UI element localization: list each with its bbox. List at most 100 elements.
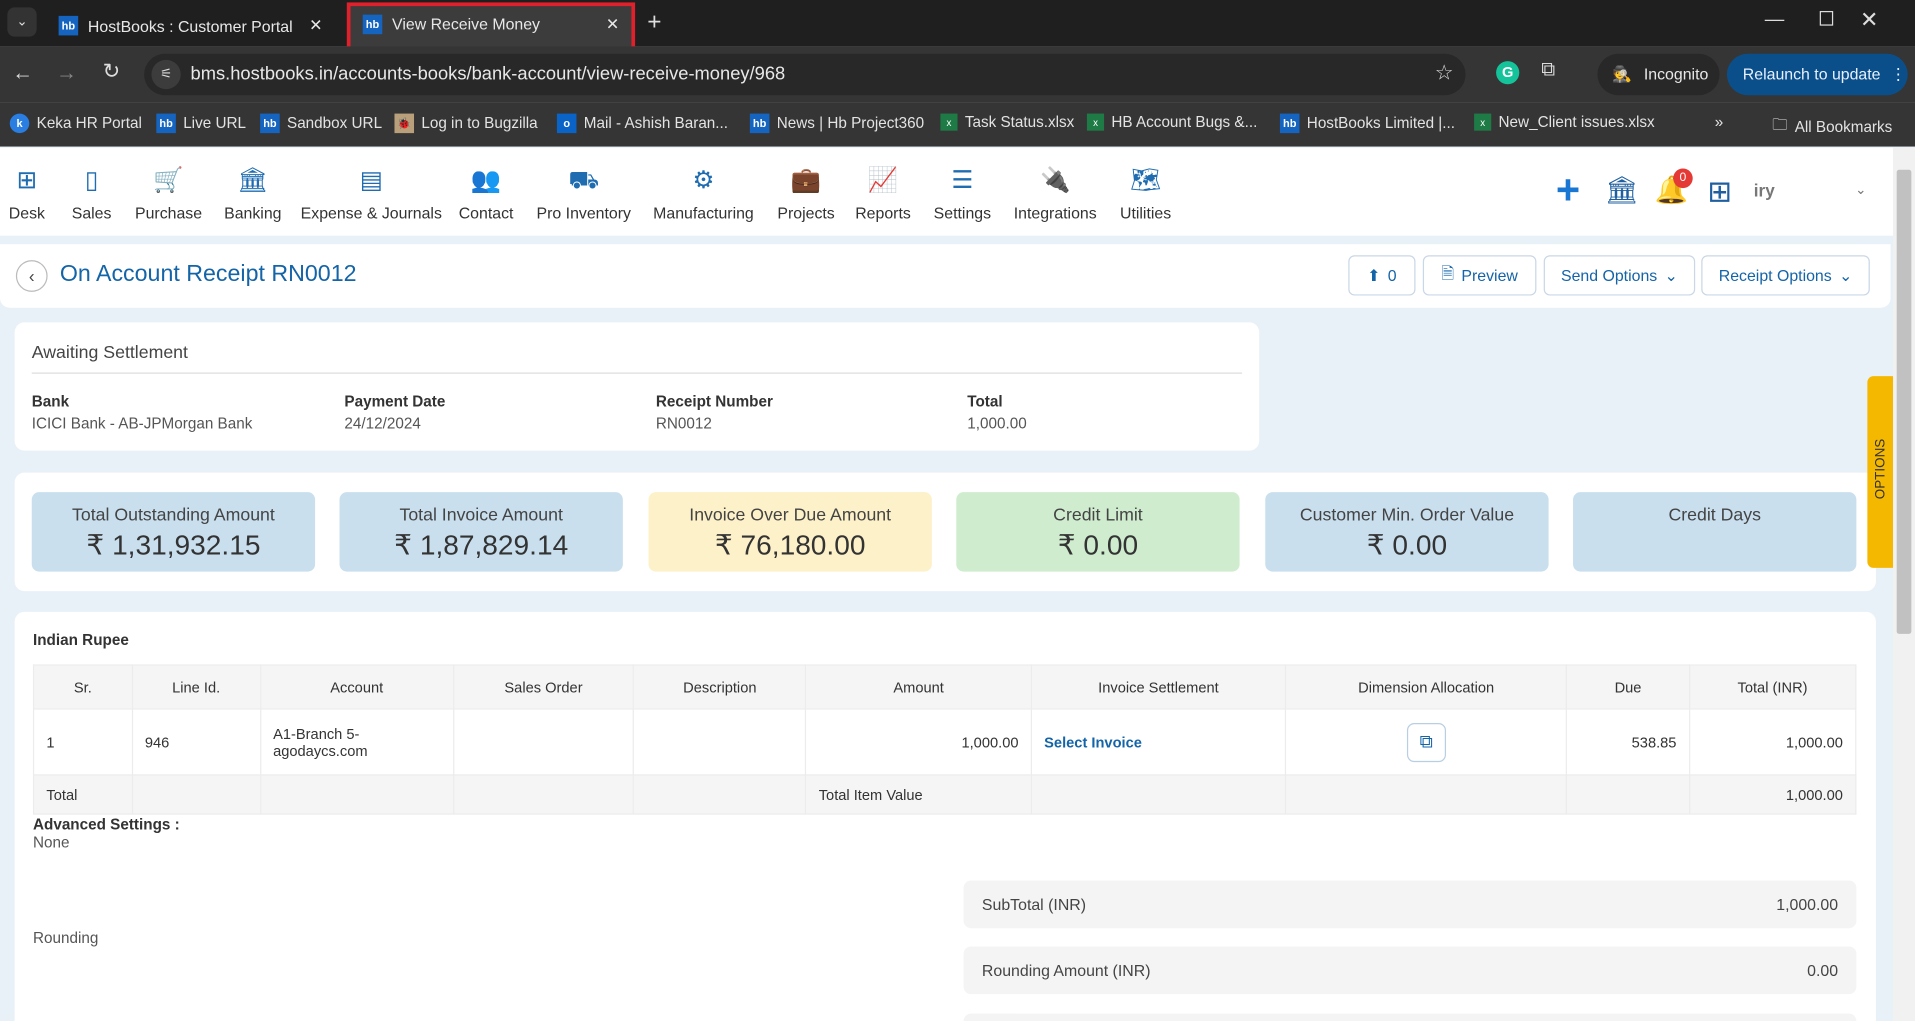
tab-customer-portal[interactable]: hb HostBooks : Customer Portal ✕ — [46, 5, 334, 47]
minimize-button[interactable]: — — [1765, 10, 1785, 32]
nav-utilities[interactable]: 🗺 Utilities — [1116, 148, 1175, 236]
scrollbar-thumb[interactable] — [1896, 169, 1912, 634]
journal-icon: ▤ — [359, 167, 383, 195]
bookmark[interactable]: hb Sandbox URL — [260, 113, 382, 134]
attachments-button[interactable]: ⬆ 0 — [1348, 255, 1416, 296]
options-tab[interactable]: OPTIONS — [1867, 376, 1895, 568]
nav-reports[interactable]: 📈 Reports — [852, 148, 913, 236]
field-total: Total 1,000.00 — [967, 393, 1027, 433]
tab-search-button[interactable]: ⌄ — [7, 7, 37, 37]
rounding-amount-row: Rounding Amount (INR) 0.00 — [963, 946, 1857, 995]
column-header: Sr. — [32, 664, 133, 710]
bank-transfer-icon[interactable]: 🏛 — [1605, 175, 1639, 207]
reload-icon[interactable]: ↻ — [103, 60, 120, 84]
close-icon[interactable]: ✕ — [309, 16, 322, 36]
advanced-settings-label: Advanced Settings : — [32, 815, 180, 833]
incognito-icon: 🕵 — [1612, 64, 1632, 84]
url-text: bms.hostbooks.in/accounts-books/bank-acc… — [190, 63, 786, 85]
notification-badge: 0 — [1673, 168, 1693, 189]
manufacturing-icon: ⚙ — [692, 167, 715, 195]
select-invoice-link[interactable]: Select Invoice — [1044, 733, 1142, 750]
column-header: Dimension Allocation — [1284, 664, 1568, 710]
close-window-button[interactable]: ✕ — [1860, 7, 1878, 33]
status-title: Awaiting Settlement — [31, 343, 188, 363]
total-row — [963, 1013, 1857, 1021]
extensions-icon[interactable]: ⧉ — [1541, 60, 1555, 82]
nav-contact[interactable]: 👥 Contact — [457, 148, 516, 236]
bookmark[interactable]: hb News | Hb Project360 — [749, 113, 924, 134]
receipt-icon: ▯ — [84, 167, 99, 195]
bookmarks-bar: k Keka HR Portal hb Live URL hb Sandbox URL… — [0, 102, 1915, 147]
bookmark-star-icon[interactable]: ☆ — [1435, 61, 1454, 85]
nav-purchase[interactable]: 🛒 Purchase — [129, 148, 207, 236]
site-info-icon[interactable]: ⚟ — [151, 59, 181, 90]
nav-desk[interactable]: ⊞ Desk — [0, 148, 54, 236]
folder-icon: 🗀 — [1772, 116, 1788, 134]
bookmark[interactable]: hb HostBooks Limited |... — [1279, 113, 1455, 134]
nav-banking[interactable]: 🏛 Banking — [220, 148, 286, 236]
app-nav: ⊞ Desk ▯ Sales 🛒 Purchase 🏛 Banking ▤ Expense… — [0, 147, 1894, 236]
back-button[interactable]: ‹ — [15, 260, 48, 292]
relaunch-button[interactable]: Relaunch to update ⋮ — [1726, 53, 1908, 96]
tile-value: ₹ 1,87,829.14 — [394, 528, 569, 561]
hostbooks-favicon: hb — [58, 15, 79, 36]
summary-tile: Total Invoice Amount ₹ 1,87,829.14 — [339, 492, 623, 572]
page-title: On Account Receipt RN0012 — [59, 261, 357, 288]
bookmark[interactable]: o Mail - Ashish Baran... — [556, 113, 728, 134]
sliders-icon: ☰ — [951, 167, 974, 195]
incognito-badge[interactable]: 🕵 Incognito — [1597, 53, 1720, 96]
close-icon[interactable]: ✕ — [606, 15, 619, 35]
upload-icon: ⬆ — [1367, 265, 1381, 284]
tile-value: ₹ 76,180.00 — [714, 528, 866, 561]
more-icon[interactable]: ⋮ — [1890, 65, 1906, 83]
bookmark[interactable]: x New_Client issues.xlsx — [1474, 113, 1655, 131]
reports-icon: 📈 — [867, 167, 899, 195]
back-icon[interactable]: ← — [12, 61, 33, 85]
bookmark[interactable]: hb Live URL — [156, 113, 246, 134]
user-name[interactable]: iry — [1754, 181, 1775, 201]
restore-button[interactable] — [1819, 10, 1834, 26]
tile-value: ₹ 0.00 — [1057, 528, 1139, 561]
column-header: Sales Order — [452, 664, 635, 710]
nav-integrations[interactable]: 🔌 Integrations — [1009, 148, 1102, 236]
address-bar[interactable]: ⚟ bms.hostbooks.in/accounts-books/bank-a… — [144, 53, 1466, 96]
all-bookmarks[interactable]: 🗀 All Bookmarks — [1772, 114, 1892, 140]
divider — [31, 372, 1243, 374]
tile-label: Total Outstanding Amount — [72, 505, 275, 526]
add-icon[interactable]: + — [1556, 167, 1580, 215]
nav-manufacturing[interactable]: ⚙ Manufacturing — [650, 148, 757, 236]
tile-label: Credit Limit — [1053, 505, 1143, 526]
preview-button[interactable]: 🗎 Preview — [1422, 255, 1537, 296]
nav-settings[interactable]: ☰ Settings — [928, 148, 996, 236]
bookmark[interactable]: x HB Account Bugs &... — [1086, 113, 1257, 131]
receipt-options-button[interactable]: Receipt Options ⌄ — [1701, 255, 1870, 296]
send-options-button[interactable]: Send Options ⌄ — [1543, 255, 1696, 296]
inventory-icon: ⛟ — [568, 167, 600, 195]
column-header: Description — [633, 664, 807, 710]
more-bookmarks-icon[interactable]: » — [1715, 114, 1723, 131]
tile-label: Credit Days — [1668, 505, 1761, 526]
forward-icon[interactable]: → — [56, 61, 77, 85]
summary-tile: Credit Days — [1573, 492, 1857, 572]
external-link-icon[interactable]: ⧉ — [1406, 722, 1446, 762]
nav-sales[interactable]: ▯ Sales — [64, 148, 120, 236]
bookmark[interactable]: 🐞 Log in to Bugzilla — [394, 113, 538, 134]
incognito-label: Incognito — [1643, 64, 1709, 84]
chevron-down-icon[interactable]: ⌄ — [1855, 182, 1866, 198]
cart-icon: 🛒 — [153, 167, 184, 195]
nav-pro-inventory[interactable]: ⛟ Pro Inventory — [532, 148, 635, 236]
tab-title: HostBooks : Customer Portal — [87, 16, 293, 35]
column-header: Total (INR) — [1688, 664, 1857, 710]
scrollbar[interactable] — [1893, 147, 1915, 1021]
column-header: Amount — [805, 664, 1032, 710]
grammarly-icon[interactable]: G — [1496, 61, 1520, 85]
plug-icon: 🔌 — [1039, 167, 1071, 195]
apps-grid-icon[interactable]: ⊞ — [1707, 175, 1732, 210]
field-bank: Bank ICICI Bank - AB-JPMorgan Bank — [31, 393, 253, 433]
currency-label: Indian Rupee — [32, 631, 129, 649]
nav-expense[interactable]: ▤ Expense & Journals — [300, 148, 442, 236]
new-tab-button[interactable]: + — [647, 9, 661, 37]
bookmark[interactable]: x Task Status.xlsx — [940, 113, 1074, 131]
bookmark[interactable]: k Keka HR Portal — [9, 113, 142, 134]
nav-projects[interactable]: 💼 Projects — [774, 148, 838, 236]
